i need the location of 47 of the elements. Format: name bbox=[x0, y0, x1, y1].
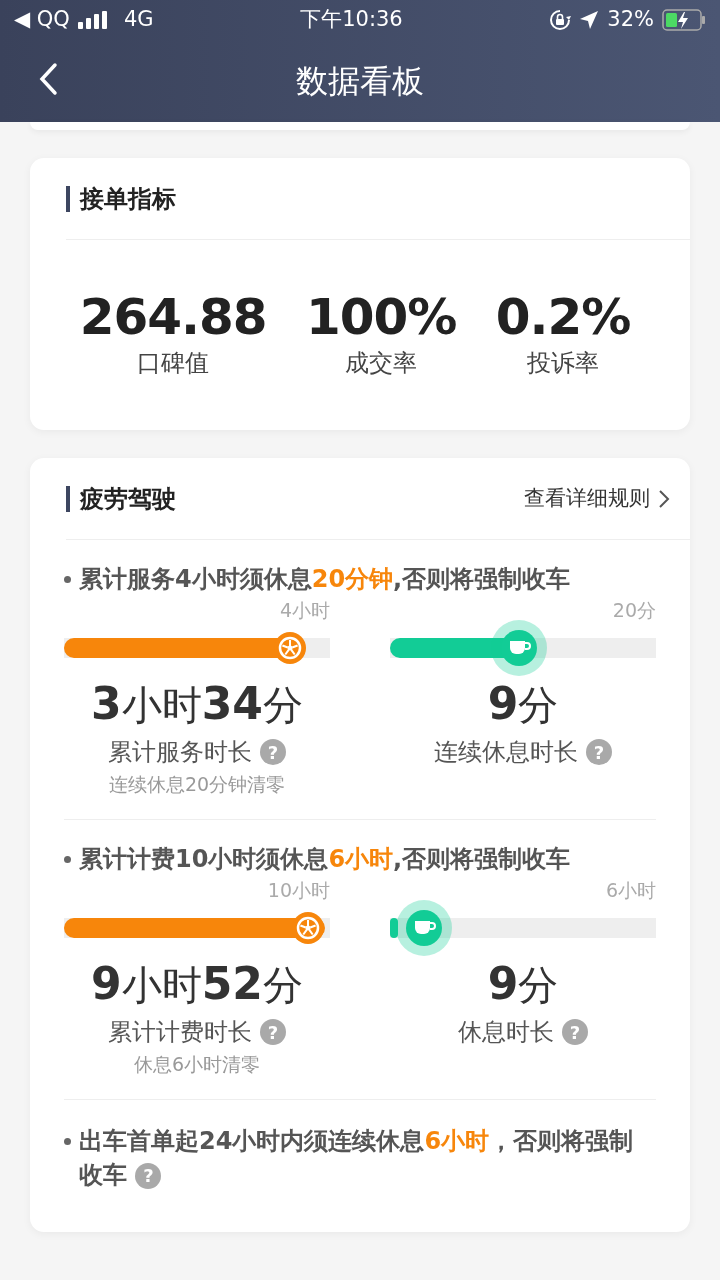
duration-value: 9分 bbox=[487, 680, 559, 729]
duration-label: 累计服务时长 bbox=[108, 737, 252, 769]
metric-value: 0.2% bbox=[495, 289, 631, 345]
meter-max-label: 6小时 bbox=[604, 879, 656, 900]
back-to-app-link[interactable]: ◀ QQ bbox=[14, 4, 70, 36]
help-icon[interactable]: ? bbox=[260, 1019, 286, 1046]
meter-max-label: 10小时 bbox=[266, 879, 330, 900]
section-title: 接单指标 bbox=[66, 185, 176, 212]
signal-icon bbox=[77, 11, 108, 29]
meter-max-label: 20分 bbox=[611, 600, 656, 620]
location-arrow-icon bbox=[579, 10, 600, 30]
page-title: 数据看板 bbox=[296, 61, 424, 102]
bullet-icon bbox=[64, 855, 71, 863]
metric-value: 264.88 bbox=[79, 289, 267, 345]
duration-value: 3小时34分 bbox=[91, 680, 303, 729]
help-icon[interactable]: ? bbox=[135, 1162, 162, 1189]
reset-note: 休息6小时清零 bbox=[133, 1052, 261, 1078]
duration-label: 累计计费时长 bbox=[108, 1017, 252, 1049]
bullet-icon bbox=[64, 576, 71, 583]
reset-note: 连续休息20分钟清零 bbox=[108, 772, 286, 798]
network-type: 4G bbox=[123, 6, 154, 34]
rule-text: 累计服务4小时须休息20分钟,否则将强制收车 bbox=[79, 564, 571, 595]
help-icon[interactable]: ? bbox=[562, 1019, 588, 1046]
status-time: 下午10:36 bbox=[300, 6, 403, 34]
rule-text: 出车首单起24小时内须连续休息6小时，否则将强制收车 ? bbox=[79, 1125, 635, 1191]
chevron-right-icon bbox=[658, 488, 670, 509]
battery-percent: 32% bbox=[607, 6, 654, 34]
rule-text: 累计计费10小时须休息6小时,否则将强制收车 bbox=[79, 843, 571, 875]
duration-value: 9分 bbox=[487, 959, 559, 1009]
bullet-icon bbox=[64, 1137, 71, 1145]
help-icon[interactable]: ? bbox=[260, 739, 286, 766]
metric-label: 口碑值 bbox=[137, 347, 210, 379]
metric-label: 投诉率 bbox=[527, 347, 599, 379]
meter-max-label: 4小时 bbox=[278, 600, 330, 620]
duration-label: 休息时长 bbox=[458, 1017, 554, 1049]
coffee-cup-icon bbox=[490, 620, 547, 676]
back-icon[interactable] bbox=[38, 62, 58, 96]
duration-label: 连续休息时长 bbox=[434, 737, 578, 769]
rotation-lock-icon bbox=[549, 9, 572, 31]
coffee-cup-icon bbox=[396, 899, 453, 956]
metric-label: 成交率 bbox=[345, 347, 418, 379]
battery-charging-icon bbox=[662, 9, 706, 31]
section-title: 疲劳驾驶 bbox=[66, 485, 176, 512]
help-icon[interactable]: ? bbox=[586, 739, 612, 766]
metric-value: 100% bbox=[305, 289, 457, 345]
duration-value: 9小时52分 bbox=[91, 959, 303, 1009]
detail-rules-link[interactable]: 查看详细规则 bbox=[524, 482, 650, 515]
